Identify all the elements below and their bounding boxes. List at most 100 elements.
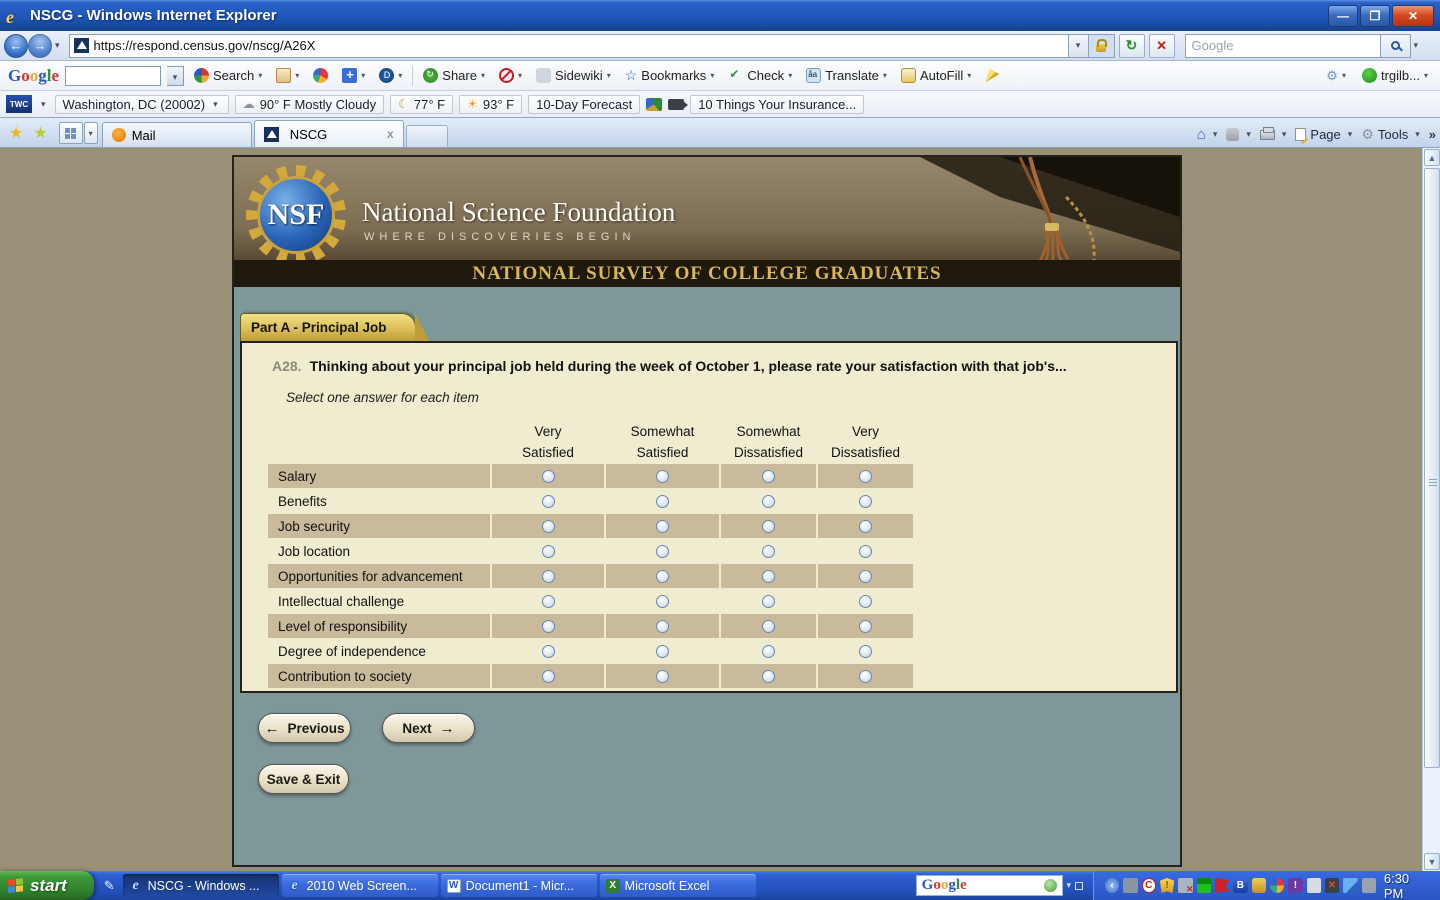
radio-5-2[interactable]: [762, 594, 775, 608]
page-menu[interactable]: Page ▾: [1295, 127, 1355, 142]
taskbar-task-4[interactable]: X Microsoft Excel: [599, 874, 756, 897]
video-icon[interactable]: [668, 98, 689, 110]
twc-dropdown[interactable]: ▾: [38, 99, 49, 110]
new-tab-stub[interactable]: [405, 125, 448, 147]
tab-mail[interactable]: Mail: [101, 122, 252, 147]
radio-0-1[interactable]: [656, 469, 669, 483]
radio-7-0[interactable]: [541, 644, 555, 658]
tab-nscg[interactable]: NSCG x: [253, 120, 404, 147]
feeds-button[interactable]: ▾: [1226, 128, 1254, 141]
tray-monitor-icon[interactable]: [1361, 878, 1376, 893]
forecast-button[interactable]: 10-Day Forecast: [528, 94, 641, 114]
radio-6-3[interactable]: [859, 619, 872, 633]
refresh-button[interactable]: ↻: [1118, 33, 1145, 58]
radio-5-3[interactable]: [859, 594, 872, 608]
bluetooth-icon[interactable]: B: [1233, 878, 1248, 893]
radio-4-2[interactable]: [762, 569, 775, 583]
weather-high[interactable]: ☀ 93° F: [459, 94, 523, 114]
tools-menu[interactable]: ⚙ Tools ▾: [1361, 126, 1422, 143]
radio-8-2[interactable]: [762, 669, 775, 683]
tray-network-disconnected-icon[interactable]: [1178, 878, 1194, 895]
bookmarks-button[interactable]: ☆ Bookmarks ▾: [621, 65, 719, 86]
restore-button[interactable]: ❐: [1360, 4, 1390, 27]
radio-4-1[interactable]: [656, 569, 669, 583]
google-search-dropdown[interactable]: ▾: [167, 65, 185, 86]
scroll-down-button[interactable]: ▼: [1424, 853, 1440, 870]
quick-launch-icon[interactable]: ✎: [104, 878, 115, 894]
previous-button[interactable]: ← Previous: [258, 713, 351, 743]
radio-4-0[interactable]: [541, 569, 555, 583]
weather-low[interactable]: ☾ 77° F: [390, 94, 454, 114]
google-search-button[interactable]: Search ▾: [190, 66, 266, 85]
radio-3-2[interactable]: [762, 544, 775, 558]
desktop-search-box[interactable]: Google: [915, 875, 1063, 896]
tray-security-shield-icon[interactable]: !: [1159, 878, 1175, 893]
weather-map-icon[interactable]: [646, 97, 663, 111]
taskbar-task-2[interactable]: e 2010 Web Screen...: [281, 874, 438, 897]
popup-blocker-button[interactable]: ▾: [495, 66, 526, 85]
search-options-dropdown[interactable]: ▾: [1411, 40, 1422, 51]
radio-3-1[interactable]: [656, 544, 669, 558]
save-exit-button[interactable]: Save & Exit: [258, 764, 349, 794]
radio-1-0[interactable]: [541, 494, 555, 508]
next-button[interactable]: Next →: [382, 713, 475, 743]
radio-7-2[interactable]: [762, 644, 775, 658]
add-gadget-button[interactable]: ▾: [338, 66, 369, 85]
address-dropdown[interactable]: ▾: [1068, 33, 1089, 58]
back-button[interactable]: ←: [4, 33, 28, 58]
scrollbar-thumb[interactable]: [1424, 168, 1440, 768]
radio-2-2[interactable]: [762, 519, 775, 533]
radio-2-3[interactable]: [859, 519, 872, 533]
toolbar-settings-button[interactable]: ⚙ ▾: [1322, 66, 1350, 86]
close-button[interactable]: ✕: [1392, 4, 1434, 27]
home-button[interactable]: ⌂ ▾: [1197, 126, 1221, 143]
highlighter-button[interactable]: [981, 67, 1003, 85]
tray-flag-icon[interactable]: [1214, 878, 1230, 893]
print-button[interactable]: ▾: [1259, 126, 1290, 140]
browser-search-box[interactable]: Google: [1184, 33, 1381, 58]
radio-8-0[interactable]: [541, 669, 555, 683]
translate-button[interactable]: Translate▾: [802, 66, 891, 85]
sidewiki-button[interactable]: Sidewiki ▾: [532, 66, 615, 85]
tray-alert-icon[interactable]: !: [1288, 878, 1303, 893]
scroll-up-button[interactable]: ▲: [1424, 149, 1440, 166]
radio-1-1[interactable]: [656, 494, 669, 508]
nav-history-dropdown[interactable]: ▾: [52, 40, 63, 51]
weather-conditions[interactable]: ☁ 90° F Mostly Cloudy: [234, 94, 385, 114]
radio-6-2[interactable]: [762, 619, 775, 633]
search-go-button[interactable]: [1380, 33, 1411, 58]
quick-tabs-button[interactable]: [58, 122, 83, 144]
radio-6-0[interactable]: [541, 619, 555, 633]
radio-7-1[interactable]: [656, 644, 669, 658]
toolbar-overflow[interactable]: »: [1429, 127, 1436, 142]
desktop-search-dropdown[interactable]: ▾: [1067, 880, 1072, 891]
radio-3-0[interactable]: [541, 544, 555, 558]
dell-button[interactable]: ▾: [375, 66, 406, 85]
radio-0-2[interactable]: [762, 469, 775, 483]
radio-3-3[interactable]: [859, 544, 872, 558]
radio-2-1[interactable]: [656, 519, 669, 533]
radio-7-3[interactable]: [859, 644, 872, 658]
news-headline[interactable]: 10 Things Your Insurance...: [690, 94, 865, 114]
spellcheck-button[interactable]: Check▾: [724, 66, 796, 85]
tray-signal-icon[interactable]: [1196, 878, 1211, 893]
tray-pen-icon[interactable]: [1343, 878, 1358, 893]
taskbar-task-3[interactable]: W Document1 - Micr...: [440, 874, 597, 897]
radio-0-0[interactable]: [541, 469, 555, 483]
radio-1-3[interactable]: [859, 494, 872, 508]
vertical-scrollbar[interactable]: ▲ ▼: [1422, 148, 1440, 871]
weather-location-select[interactable]: Washington, DC (20002) ▾: [54, 94, 229, 114]
tab-list-dropdown[interactable]: ▾: [83, 122, 98, 144]
radio-6-1[interactable]: [656, 619, 669, 633]
add-favorite-button[interactable]: ★: [28, 123, 52, 147]
news-button[interactable]: ▾: [272, 66, 303, 85]
tray-pointer-icon[interactable]: [1306, 878, 1321, 893]
tab-close-icon[interactable]: x: [387, 127, 394, 141]
tray-camera-icon[interactable]: [1251, 878, 1266, 893]
radio-8-3[interactable]: [859, 669, 872, 683]
tray-c-icon[interactable]: C: [1141, 878, 1156, 893]
desktop-search-minimize[interactable]: [1075, 881, 1083, 890]
radio-4-3[interactable]: [859, 569, 872, 583]
tray-collapse-icon[interactable]: ‹: [1104, 878, 1120, 893]
tray-display-icon[interactable]: [1123, 878, 1138, 893]
